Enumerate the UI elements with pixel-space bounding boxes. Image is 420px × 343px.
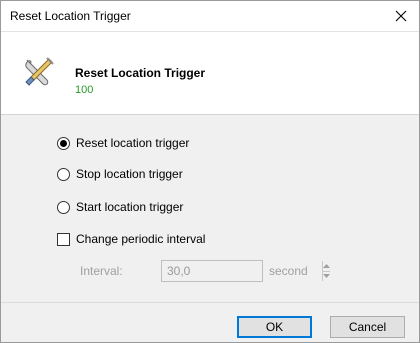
chevron-down-icon bbox=[323, 274, 330, 279]
header-title: Reset Location Trigger bbox=[75, 66, 206, 80]
periodic-interval-option[interactable]: Change periodic interval bbox=[57, 231, 205, 247]
spin-up-button[interactable] bbox=[323, 261, 330, 272]
tools-icon bbox=[25, 57, 54, 86]
radio-start[interactable] bbox=[57, 200, 70, 214]
close-icon bbox=[395, 10, 407, 22]
radio-start-label: Start location trigger bbox=[76, 200, 184, 214]
radio-stop-label: Stop location trigger bbox=[76, 167, 183, 181]
dialog-window: Reset Location Trigger Reset Location Tr… bbox=[0, 0, 420, 343]
radio-stop-option[interactable]: Stop location trigger bbox=[57, 166, 183, 182]
radio-reset-option[interactable]: Reset location trigger bbox=[57, 135, 189, 151]
interval-spinner[interactable] bbox=[161, 260, 330, 282]
header-subtitle: 100 bbox=[75, 84, 94, 96]
dialog-body: Reset location trigger Stop location tri… bbox=[1, 114, 419, 302]
spin-down-button[interactable] bbox=[323, 272, 330, 282]
close-button[interactable] bbox=[383, 1, 419, 31]
radio-start-option[interactable]: Start location trigger bbox=[57, 199, 183, 215]
radio-stop[interactable] bbox=[57, 167, 70, 181]
interval-unit-label: second bbox=[269, 264, 308, 278]
interval-label: Interval: bbox=[80, 264, 123, 278]
spinner-buttons bbox=[322, 261, 330, 281]
dialog-footer: OK Cancel bbox=[1, 302, 419, 342]
title-bar[interactable]: Reset Location Trigger bbox=[1, 1, 419, 31]
radio-reset[interactable] bbox=[57, 136, 70, 150]
window-title: Reset Location Trigger bbox=[10, 9, 131, 23]
dialog-header: Reset Location Trigger 100 bbox=[1, 31, 419, 114]
periodic-interval-checkbox[interactable] bbox=[57, 232, 70, 246]
periodic-interval-label: Change periodic interval bbox=[76, 232, 206, 246]
ok-button[interactable]: OK bbox=[237, 316, 312, 338]
chevron-up-icon bbox=[323, 263, 330, 268]
cancel-button[interactable]: Cancel bbox=[330, 316, 405, 338]
radio-reset-label: Reset location trigger bbox=[76, 136, 190, 150]
